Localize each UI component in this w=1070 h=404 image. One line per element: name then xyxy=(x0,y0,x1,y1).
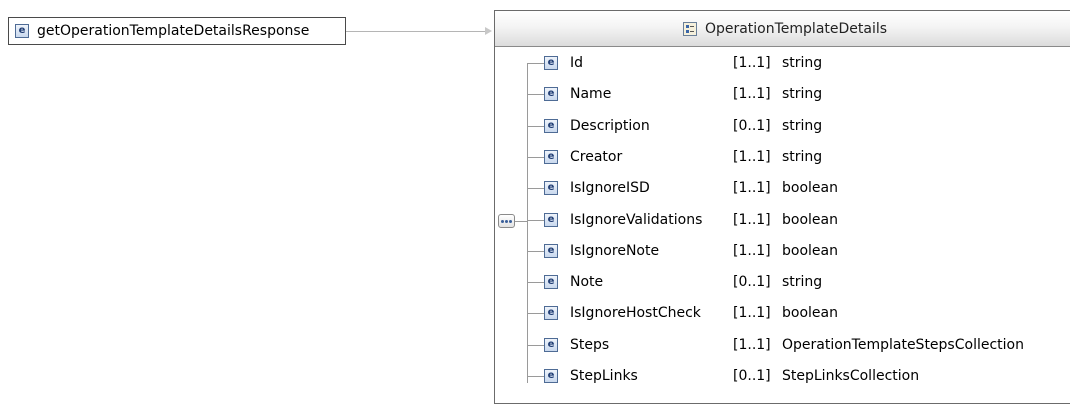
child-element-type: string xyxy=(782,274,823,290)
tree-branch-line xyxy=(528,156,544,158)
element-icon: e xyxy=(544,119,558,133)
element-icon: e xyxy=(544,306,558,320)
child-element-row[interactable]: e IsIgnoreValidations [1..1] boolean xyxy=(528,209,1068,231)
tree-branch-line xyxy=(528,312,544,314)
root-connector-line xyxy=(346,31,485,32)
tree-branch-line xyxy=(528,344,544,346)
connector-arrow-icon xyxy=(485,27,492,35)
child-element-row[interactable]: e Creator [1..1] string xyxy=(528,146,1068,168)
child-element-name: Id xyxy=(570,55,584,71)
child-element-cardinality: [0..1] xyxy=(733,118,771,134)
child-element-type: boolean xyxy=(782,305,838,321)
tree-branch-line xyxy=(528,125,544,127)
child-element-type: StepLinksCollection xyxy=(782,368,920,384)
tree-branch-line xyxy=(528,375,544,377)
child-element-row[interactable]: e Id [1..1] string xyxy=(528,52,1068,74)
child-element-type: string xyxy=(782,86,823,102)
root-element-node[interactable]: e getOperationTemplateDetailsResponse xyxy=(8,17,346,45)
element-icon: e xyxy=(544,181,558,195)
child-element-cardinality: [1..1] xyxy=(733,212,771,228)
element-icon: e xyxy=(544,213,558,227)
child-element-name: Steps xyxy=(570,337,610,353)
child-element-type: string xyxy=(782,55,823,71)
child-element-cardinality: [1..1] xyxy=(733,305,771,321)
child-element-cardinality: [1..1] xyxy=(733,180,771,196)
child-element-type: string xyxy=(782,149,823,165)
child-element-row[interactable]: e Name [1..1] string xyxy=(528,83,1068,105)
child-element-cardinality: [1..1] xyxy=(733,86,771,102)
tree-branch-line xyxy=(528,187,544,189)
child-element-name: IsIgnoreValidations xyxy=(570,212,703,228)
child-element-row[interactable]: e IsIgnoreNote [1..1] boolean xyxy=(528,240,1068,262)
child-element-name: Description xyxy=(570,118,650,134)
child-element-cardinality: [1..1] xyxy=(733,337,771,353)
child-element-name: Creator xyxy=(570,149,623,165)
complex-type-header[interactable]: OperationTemplateDetails xyxy=(495,11,1070,47)
child-element-name: IsIgnoreISD xyxy=(570,180,650,196)
child-element-type: boolean xyxy=(782,243,838,259)
child-element-cardinality: [1..1] xyxy=(733,149,771,165)
tree-branch-line xyxy=(528,250,544,252)
child-element-type: boolean xyxy=(782,180,838,196)
child-element-row[interactable]: e StepLinks [0..1] StepLinksCollection xyxy=(528,365,1068,387)
element-icon: e xyxy=(15,24,29,38)
element-icon: e xyxy=(544,338,558,352)
child-element-row[interactable]: e IsIgnoreISD [1..1] boolean xyxy=(528,177,1068,199)
child-element-cardinality: [1..1] xyxy=(733,55,771,71)
child-element-name: Name xyxy=(570,86,612,102)
child-element-cardinality: [0..1] xyxy=(733,368,771,384)
tree-branch-line xyxy=(528,219,544,221)
element-icon: e xyxy=(544,87,558,101)
element-icon: e xyxy=(544,244,558,258)
child-element-row[interactable]: e Note [0..1] string xyxy=(528,271,1068,293)
child-element-cardinality: [1..1] xyxy=(733,243,771,259)
child-element-name: IsIgnoreNote xyxy=(570,243,660,259)
child-element-type: OperationTemplateStepsCollection xyxy=(782,337,1024,353)
sequence-connector-line xyxy=(515,221,527,222)
complex-type-icon xyxy=(682,21,697,36)
root-element-label: getOperationTemplateDetailsResponse xyxy=(37,23,310,39)
child-element-name: IsIgnoreHostCheck xyxy=(570,305,701,321)
element-icon: e xyxy=(544,275,558,289)
element-icon: e xyxy=(544,56,558,70)
child-element-name: Note xyxy=(570,274,604,290)
sequence-icon[interactable] xyxy=(498,214,515,228)
child-element-cardinality: [0..1] xyxy=(733,274,771,290)
element-icon: e xyxy=(544,369,558,383)
child-element-type: string xyxy=(782,118,823,134)
child-element-type: boolean xyxy=(782,212,838,228)
element-icon: e xyxy=(544,150,558,164)
complex-type-title: OperationTemplateDetails xyxy=(704,20,888,37)
tree-branch-line xyxy=(528,93,544,95)
child-element-row[interactable]: e IsIgnoreHostCheck [1..1] boolean xyxy=(528,302,1068,324)
tree-branch-line xyxy=(528,281,544,283)
tree-branch-line xyxy=(528,62,544,64)
child-element-name: StepLinks xyxy=(570,368,638,384)
child-element-row[interactable]: e Description [0..1] string xyxy=(528,115,1068,137)
child-element-row[interactable]: e Steps [1..1] OperationTemplateStepsCollec… xyxy=(528,334,1068,356)
